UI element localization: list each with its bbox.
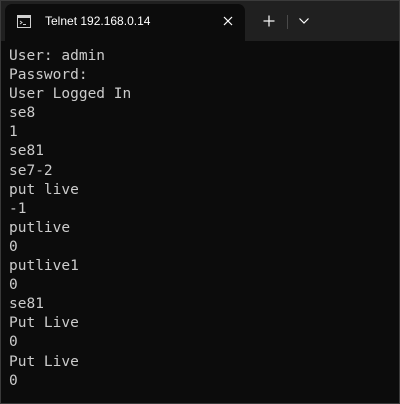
terminal-window: Telnet 192.168.0.14 User: admin Password:… [0, 0, 400, 404]
terminal-line: se7-2 [9, 162, 53, 179]
terminal-line: se8 [9, 105, 36, 122]
terminal-line: 0 [9, 372, 18, 389]
tab-telnet[interactable]: Telnet 192.168.0.14 [5, 4, 245, 41]
terminal-line: 1 [9, 124, 18, 141]
terminal-line: putlive [9, 219, 71, 236]
terminal-line: -1 [9, 200, 27, 217]
tab-bar: Telnet 192.168.0.14 [1, 1, 399, 41]
terminal-line: 0 [9, 277, 18, 294]
chevron-down-icon[interactable] [294, 11, 314, 31]
terminal-line: User: admin [9, 48, 106, 64]
terminal-line: 0 [9, 334, 18, 351]
terminal-line: Password: [9, 67, 88, 84]
terminal-line: putlive1 [9, 258, 79, 275]
terminal-line: se81 [9, 143, 44, 160]
terminal-line: Put Live [9, 353, 79, 370]
close-icon[interactable] [219, 12, 237, 30]
tab-title: Telnet 192.168.0.14 [45, 14, 151, 28]
terminal-output[interactable]: User: admin Password: User Logged In se8 1 se… [9, 47, 395, 403]
terminal-line: put live [9, 181, 79, 198]
terminal-line: User Logged In [9, 86, 132, 103]
terminal-icon [17, 15, 31, 28]
terminal-line: 0 [9, 238, 18, 255]
tab-separator [287, 15, 288, 29]
terminal-line: se81 [9, 296, 44, 313]
plus-icon[interactable] [259, 11, 279, 31]
terminal-line: Put Live [9, 315, 79, 332]
